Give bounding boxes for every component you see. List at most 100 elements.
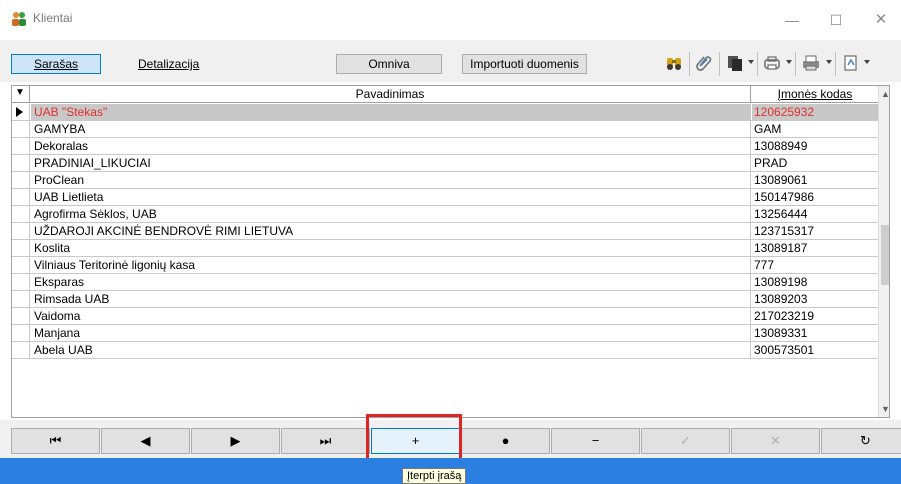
prior-record-button[interactable]: ◀ (101, 428, 190, 454)
row-indicator[interactable] (12, 257, 30, 273)
cell-name[interactable]: Koslita (31, 240, 751, 256)
printer-setup-icon[interactable] (801, 54, 821, 72)
vertical-scrollbar[interactable]: ▲ ▼ (878, 86, 889, 417)
current-row-arrow-icon (16, 107, 23, 117)
table-row[interactable]: Agrofirma Sėklos, UAB 13256444 (12, 206, 878, 223)
cell-code[interactable]: GAM (752, 121, 878, 137)
row-indicator[interactable] (12, 342, 30, 358)
cell-code[interactable]: 13089187 (752, 240, 878, 256)
row-indicator[interactable] (12, 274, 30, 290)
row-indicator[interactable] (12, 240, 30, 256)
tab-detail[interactable]: Detalizacija (116, 54, 206, 74)
cell-code[interactable]: 13089331 (752, 325, 878, 341)
cell-name[interactable]: Manjana (31, 325, 751, 341)
cell-name[interactable]: UAB "Stekas" (31, 104, 751, 120)
column-menu-icon: ▼ (15, 87, 25, 98)
cell-code[interactable]: 217023219 (752, 308, 878, 324)
print-dropdown-arrow[interactable] (786, 60, 792, 64)
cell-name[interactable]: Vaidoma (31, 308, 751, 324)
table-row[interactable]: Vilniaus Teritorinė ligonių kasa 777 (12, 257, 878, 274)
table-row[interactable]: GAMYBA GAM (12, 121, 878, 138)
cell-code[interactable]: 300573501 (752, 342, 878, 358)
cell-name[interactable]: GAMYBA (31, 121, 751, 137)
toolbar-separator (795, 52, 796, 76)
cell-code[interactable]: 13088949 (752, 138, 878, 154)
table-row[interactable]: Vaidoma 217023219 (12, 308, 878, 325)
row-indicator[interactable] (12, 223, 30, 239)
copy-icon[interactable] (726, 54, 744, 72)
table-row[interactable]: UAB Lietlieta 150147986 (12, 189, 878, 206)
cell-code[interactable]: 777 (752, 257, 878, 273)
cell-name[interactable]: UAB Lietlieta (31, 189, 751, 205)
maximize-button[interactable]: ☐ (826, 11, 846, 29)
row-indicator[interactable] (12, 155, 30, 171)
attach-icon[interactable] (695, 54, 713, 72)
clients-grid[interactable]: ▼ Pavadinimas Įmonės kodas UAB "Stekas" 1… (11, 85, 890, 418)
import-data-button[interactable]: Importuoti duomenis (462, 54, 587, 74)
first-record-button[interactable]: ⏮ (11, 428, 100, 454)
row-indicator[interactable] (12, 172, 30, 188)
cell-code[interactable]: PRAD (752, 155, 878, 171)
row-indicator[interactable] (12, 308, 30, 324)
cell-name[interactable]: Agrofirma Sėklos, UAB (31, 206, 751, 222)
table-row[interactable]: Eksparas 13089198 (12, 274, 878, 291)
copy-dropdown-arrow[interactable] (748, 60, 754, 64)
column-header-code[interactable]: Įmonės kodas (752, 86, 878, 103)
row-indicator[interactable] (12, 189, 30, 205)
omniva-button[interactable]: Omniva (336, 54, 442, 74)
cell-code[interactable]: 13256444 (752, 206, 878, 222)
cell-code[interactable]: 13089198 (752, 274, 878, 290)
last-record-button[interactable]: ⏭ (281, 428, 370, 454)
cell-name[interactable]: Abela UAB (31, 342, 751, 358)
column-menu-button[interactable]: ▼ (12, 86, 30, 103)
table-row[interactable]: PRADINIAI_LIKUCIAI PRAD (12, 155, 878, 172)
row-indicator[interactable] (12, 138, 30, 154)
scroll-thumb[interactable] (881, 225, 889, 285)
export-dropdown-arrow[interactable] (864, 60, 870, 64)
row-indicator[interactable] (12, 291, 30, 307)
cell-name[interactable]: Eksparas (31, 274, 751, 290)
title-bar: Klientai — ☐ ✕ (0, 0, 901, 40)
cell-code[interactable]: 123715317 (752, 223, 878, 239)
printer-setup-dropdown-arrow[interactable] (826, 60, 832, 64)
post-record-button[interactable]: ✓ (641, 428, 730, 454)
table-row[interactable]: UAB "Stekas" 120625932 (12, 104, 878, 121)
delete-record-button[interactable]: − (551, 428, 640, 454)
cell-code[interactable]: 13089203 (752, 291, 878, 307)
export-icon[interactable] (842, 54, 860, 72)
cell-name[interactable]: PRADINIAI_LIKUCIAI (31, 155, 751, 171)
close-button[interactable]: ✕ (871, 11, 891, 29)
edit-record-button[interactable]: ● (461, 428, 550, 454)
row-indicator[interactable] (12, 121, 30, 137)
cell-code[interactable]: 13089061 (752, 172, 878, 188)
table-row[interactable]: Rimsada UAB 13089203 (12, 291, 878, 308)
table-row[interactable]: Koslita 13089187 (12, 240, 878, 257)
scroll-down-icon[interactable]: ▼ (879, 401, 889, 417)
next-record-button[interactable]: ▶ (191, 428, 280, 454)
table-row[interactable]: UŽDAROJI AKCINĖ BENDROVĖ RIMI LIETUVA 123… (12, 223, 878, 240)
tab-list[interactable]: Sarašas (11, 54, 101, 74)
cancel-edit-button[interactable]: ✕ (731, 428, 820, 454)
row-indicator[interactable] (12, 104, 30, 120)
column-header-name[interactable]: Pavadinimas (30, 86, 751, 103)
refresh-button[interactable]: ↻ (821, 428, 901, 454)
row-indicator[interactable] (12, 206, 30, 222)
cell-name[interactable]: ProClean (31, 172, 751, 188)
cell-code[interactable]: 150147986 (752, 189, 878, 205)
row-indicator[interactable] (12, 325, 30, 341)
cell-name[interactable]: UŽDAROJI AKCINĖ BENDROVĖ RIMI LIETUVA (31, 223, 751, 239)
scroll-up-icon[interactable]: ▲ (879, 86, 889, 102)
grid-rows: UAB "Stekas" 120625932 GAMYBA GAM Dekoralas 1… (12, 104, 878, 359)
table-row[interactable]: Dekoralas 13088949 (12, 138, 878, 155)
table-row[interactable]: ProClean 13089061 (12, 172, 878, 189)
find-icon[interactable] (665, 54, 683, 72)
table-row[interactable]: Manjana 13089331 (12, 325, 878, 342)
minimize-button[interactable]: — (782, 11, 802, 29)
print-icon[interactable] (763, 54, 781, 72)
cell-code[interactable]: 120625932 (752, 104, 878, 120)
cell-name[interactable]: Rimsada UAB (31, 291, 751, 307)
tab-detail-label: Detalizacija (138, 57, 200, 71)
table-row[interactable]: Abela UAB 300573501 (12, 342, 878, 359)
cell-name[interactable]: Dekoralas (31, 138, 751, 154)
cell-name[interactable]: Vilniaus Teritorinė ligonių kasa (31, 257, 751, 273)
